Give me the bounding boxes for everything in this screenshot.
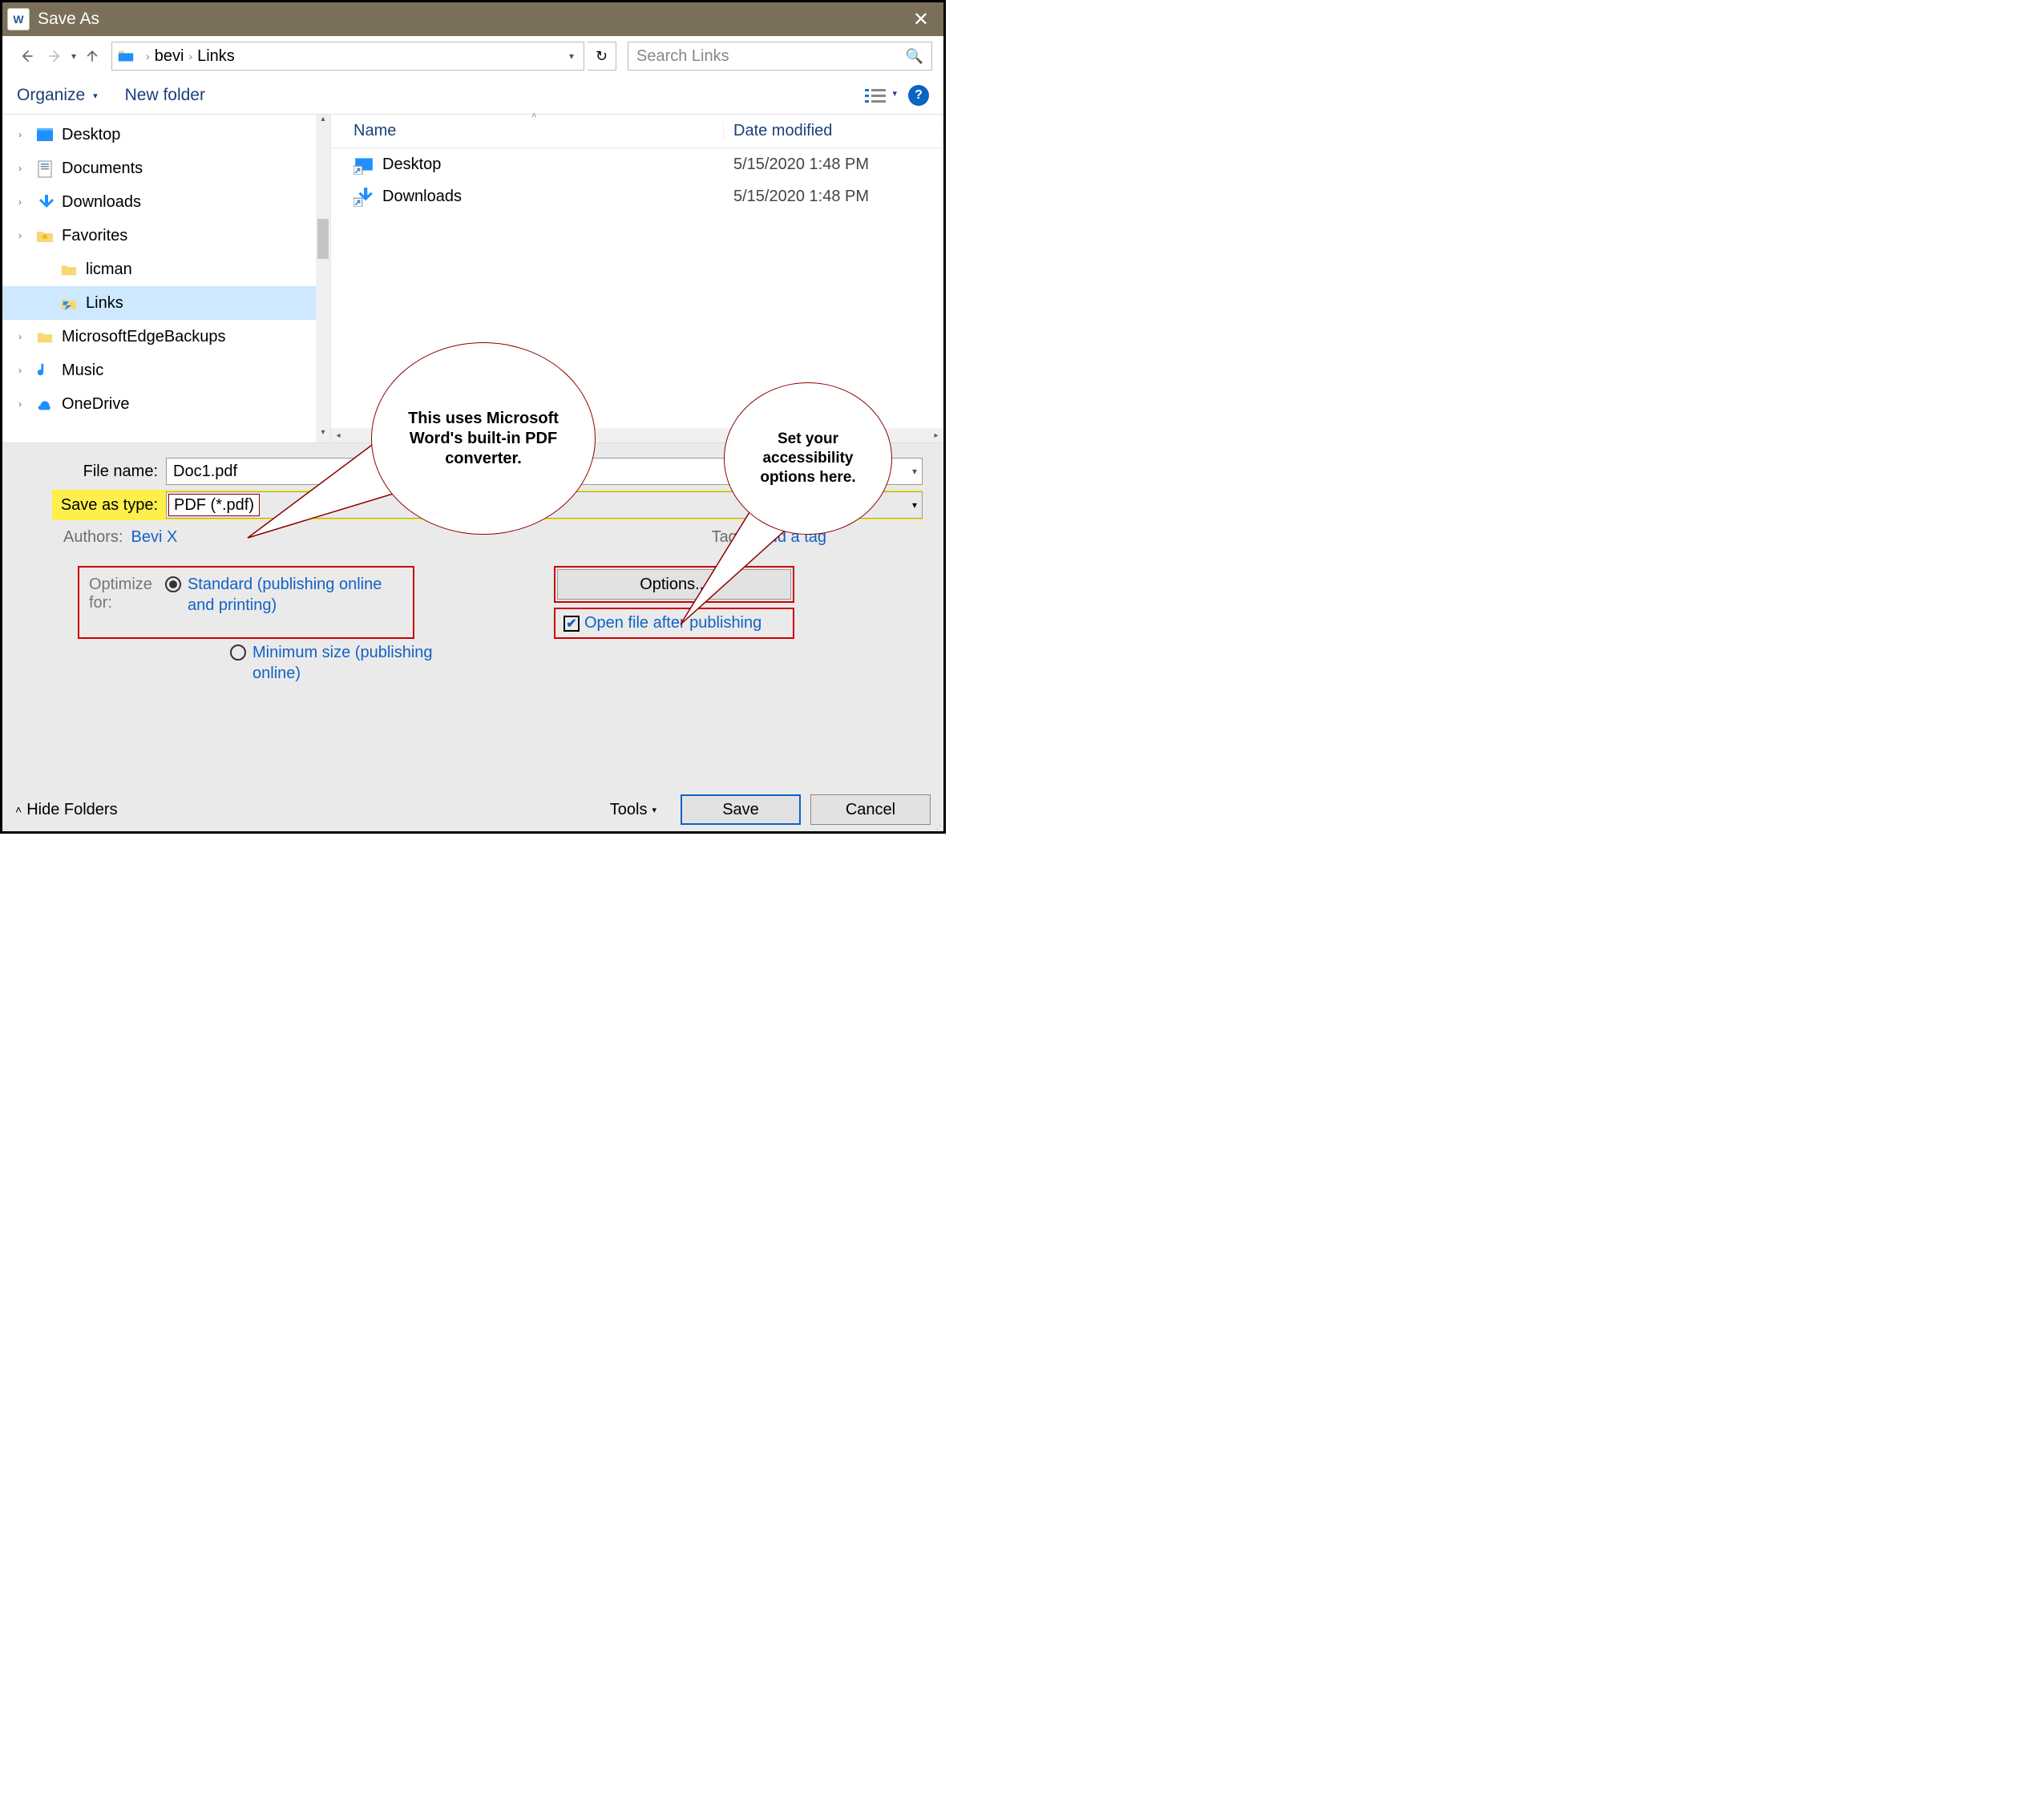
close-icon[interactable]: ✕ — [908, 8, 934, 31]
nav-row: ▾ › bevi › Links ▾ ↻ Search Links 🔍 — [2, 36, 943, 76]
checkbox-icon[interactable]: ✔ — [564, 616, 580, 632]
optimize-label: Optimize for: — [89, 574, 159, 631]
chevron-right-icon: › — [188, 50, 192, 63]
forward-button[interactable] — [42, 43, 68, 69]
address-dropdown-icon[interactable]: ▾ — [564, 51, 579, 62]
chevron-right-icon: › — [146, 50, 150, 63]
view-options-button[interactable]: ▾ — [865, 87, 897, 103]
tools-menu[interactable]: Tools▾ — [610, 801, 656, 819]
up-button[interactable] — [79, 43, 105, 69]
authors-value[interactable]: Bevi X — [131, 528, 177, 547]
hide-folders-button[interactable]: Hide Folders — [26, 801, 117, 819]
title-bar: W Save As ✕ — [2, 2, 943, 36]
saveastype-label: Save as type: — [52, 496, 166, 515]
dialog-footer: ˄ Hide Folders Tools▾ Save Cancel — [15, 794, 931, 825]
breadcrumb-part[interactable]: bevi — [155, 47, 184, 66]
callout-pdf-converter: This uses Microsoft Word's built-in PDF … — [371, 342, 596, 535]
tree-item: ›Music — [2, 354, 330, 387]
refresh-button[interactable]: ↻ — [588, 42, 616, 71]
tree-item: ›Documents — [2, 152, 330, 185]
chevron-down-icon[interactable]: ▾ — [912, 499, 917, 511]
sort-indicator-icon: ˄ — [531, 111, 536, 121]
list-row[interactable]: Desktop 5/15/2020 1:48 PM — [331, 148, 943, 180]
toolbar: Organize ▾ New folder ▾ ? — [2, 76, 943, 115]
radio-minimum[interactable]: Minimum size (publishing online) — [230, 642, 438, 684]
filename-label: File name: — [15, 463, 166, 481]
authors-label: Authors: — [63, 528, 123, 547]
shortcut-icon — [353, 154, 374, 175]
callout-accessibility: Set your accessibility options here. — [724, 382, 892, 535]
tree-item: ›OneDrive — [2, 387, 330, 421]
tree-item: licman — [2, 253, 330, 286]
tree-item: ›MicrosoftEdgeBackups — [2, 320, 330, 354]
resize-grip-icon[interactable]: ⋰ — [932, 823, 940, 834]
column-modified[interactable]: Date modified — [724, 122, 943, 140]
radio-icon — [165, 576, 181, 592]
tree-scrollbar[interactable]: ▴▾ — [316, 115, 330, 442]
save-as-dialog: W Save As ✕ ▾ › bevi › Links ▾ ↻ Search … — [0, 0, 946, 834]
help-icon[interactable]: ? — [908, 85, 929, 106]
address-bar[interactable]: › bevi › Links ▾ — [111, 42, 584, 71]
chevron-down-icon: ▾ — [93, 91, 98, 101]
chevron-down-icon[interactable]: ▾ — [912, 466, 917, 477]
search-input[interactable]: Search Links 🔍 — [628, 42, 932, 71]
window-title: Save As — [38, 10, 99, 29]
cancel-button[interactable]: Cancel — [810, 794, 931, 825]
column-name[interactable]: Name — [331, 122, 724, 140]
list-header[interactable]: Name Date modified — [331, 115, 943, 148]
tree-item: ›Downloads — [2, 185, 330, 219]
word-icon: W — [7, 8, 30, 30]
optimize-box: Optimize for: Standard (publishing onlin… — [78, 566, 414, 639]
tree-item: ›Favorites — [2, 219, 330, 253]
tree-item: ›Desktop — [2, 118, 330, 152]
search-placeholder: Search Links — [636, 47, 906, 66]
folder-tree[interactable]: ›Desktop ›Documents ›Downloads ›Favorite… — [2, 115, 331, 442]
folder-icon — [117, 47, 135, 65]
chevron-down-icon: ▾ — [892, 88, 897, 99]
radio-icon — [230, 644, 246, 661]
tree-item-selected: Links — [2, 286, 330, 320]
list-row[interactable]: Downloads 5/15/2020 1:48 PM — [331, 180, 943, 212]
organize-menu[interactable]: Organize ▾ — [17, 86, 98, 105]
callout-tail — [243, 491, 387, 572]
radio-standard[interactable]: Standard (publishing online and printing… — [165, 574, 403, 616]
new-folder-button[interactable]: New folder — [125, 86, 205, 105]
shortcut-icon — [353, 186, 374, 207]
breadcrumb-part[interactable]: Links — [197, 47, 235, 66]
chevron-up-icon[interactable]: ˄ — [15, 803, 22, 816]
back-button[interactable] — [14, 43, 39, 69]
save-button[interactable]: Save — [681, 794, 801, 825]
callout-tail — [676, 515, 772, 628]
search-icon: 🔍 — [906, 48, 923, 65]
history-dropdown-icon[interactable]: ▾ — [71, 51, 76, 62]
